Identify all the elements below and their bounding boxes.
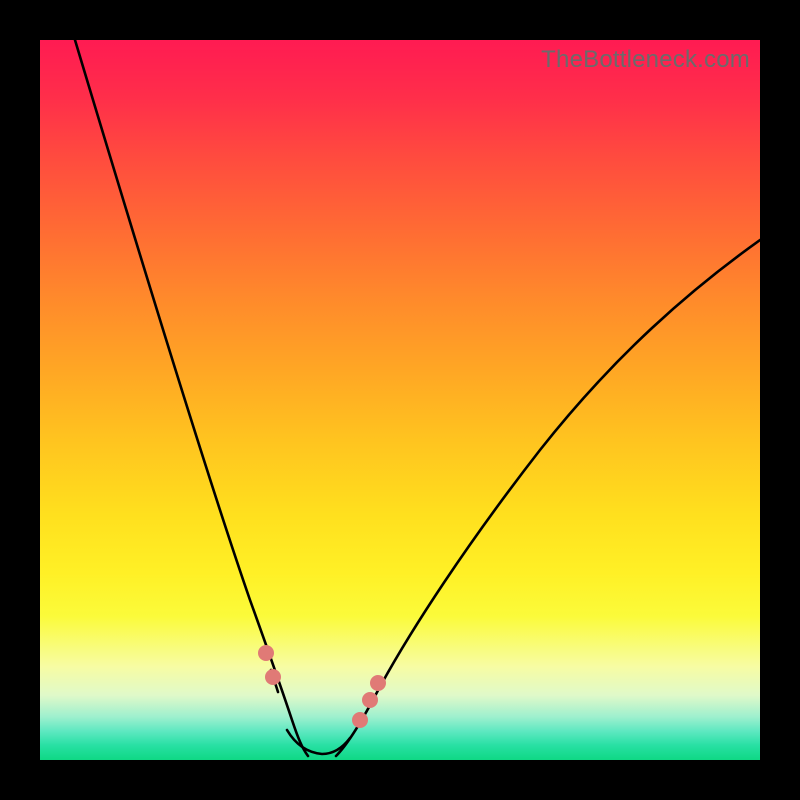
curve-right-branch (336, 240, 760, 756)
chart-frame: TheBottleneck.com (0, 0, 800, 800)
marker-dot-right-3 (370, 675, 386, 691)
chart-plot-area: TheBottleneck.com (40, 40, 760, 760)
marker-dot-right-1 (352, 712, 368, 728)
marker-dot-left-1 (258, 645, 274, 661)
curve-minimum-highlight (287, 730, 350, 754)
curve-left-branch (75, 40, 308, 756)
marker-segment-left (271, 670, 278, 692)
watermark-text: TheBottleneck.com (541, 46, 750, 74)
marker-dot-left-2 (265, 669, 281, 685)
bottleneck-curve (40, 40, 760, 760)
marker-dot-right-2 (362, 692, 378, 708)
